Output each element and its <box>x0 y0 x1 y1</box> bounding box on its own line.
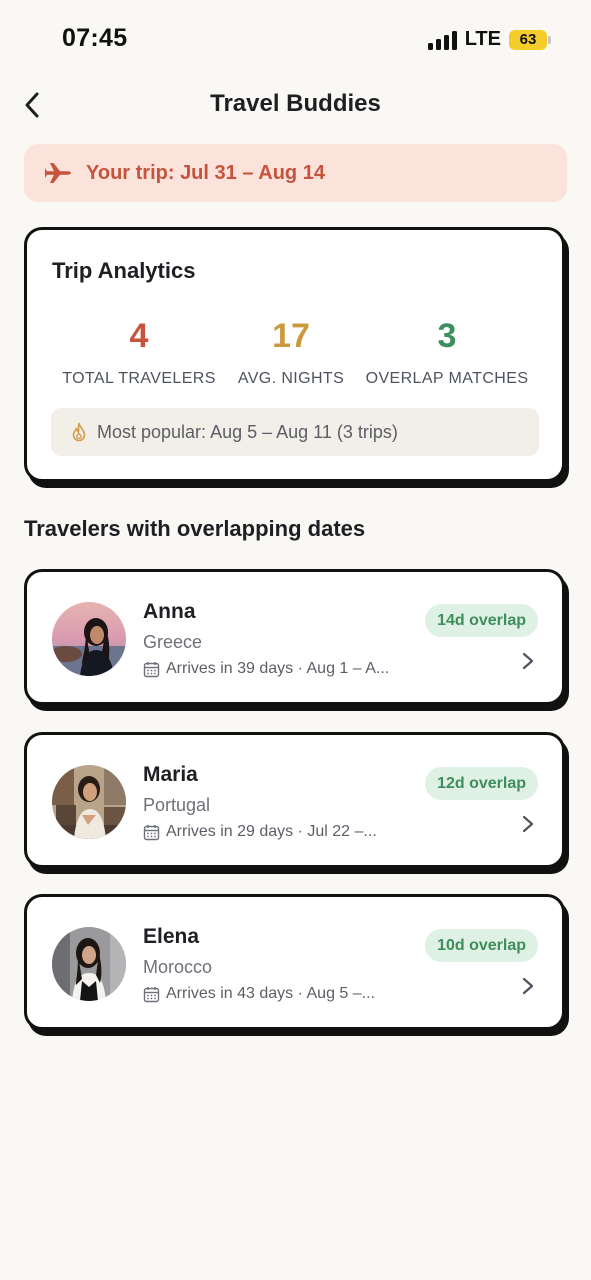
traveler-arrival: Arrives in 39 days · Aug 1 – A... <box>143 660 389 678</box>
traveler-card[interactable]: Elena Morocco Arrives in 43 days · Aug 5… <box>24 894 565 1030</box>
avatar <box>52 765 126 839</box>
arrival-text: Arrives in 39 days · Aug 1 – A... <box>166 660 390 677</box>
status-bar: 07:45 LTE 63 <box>0 0 591 80</box>
traveler-name: Maria <box>143 763 198 786</box>
stat-avg-nights: 17 AVG. NIGHTS <box>238 316 344 388</box>
traveler-name: Anna <box>143 600 196 623</box>
arrival-text: Arrives in 29 days · Jul 22 –... <box>166 823 377 840</box>
trip-analytics-card: Trip Analytics 4 TOTAL TRAVELERS 17 AVG.… <box>24 227 565 482</box>
signal-icon <box>427 30 457 50</box>
battery-level: 63 <box>509 29 547 50</box>
traveler-country: Portugal <box>143 795 211 815</box>
stat-label: AVG. NIGHTS <box>237 370 345 387</box>
network-type: LTE <box>464 28 501 50</box>
traveler-country: Morocco <box>143 957 213 977</box>
traveler-card[interactable]: Maria Portugal Arrives in 29 days · Jul … <box>24 732 565 868</box>
airplane-icon <box>45 163 71 183</box>
trip-dates: Your trip: Jul 31 – Aug 14 <box>86 161 325 184</box>
most-popular-banner: Most popular: Aug 5 – Aug 11 (3 trips) <box>51 408 539 456</box>
page-title: Travel Buddies <box>210 90 381 117</box>
battery-tip <box>548 35 551 44</box>
traveler-name: Elena <box>143 925 200 948</box>
status-indicators: LTE 63 <box>427 28 551 51</box>
travel-buddies-screen: 07:45 LTE 63 Travel Buddies Your trip: J… <box>0 0 591 1280</box>
section-heading: Travelers with overlapping dates <box>24 516 366 541</box>
stat-value: 3 <box>437 317 457 355</box>
analytics-title: Trip Analytics <box>52 258 196 283</box>
chevron-right-icon <box>522 652 534 670</box>
overlap-badge: 14d overlap <box>425 604 538 637</box>
traveler-card[interactable]: Anna Greece Arrives in 39 days · Aug 1 –… <box>24 569 565 705</box>
status-time: 07:45 <box>62 24 128 52</box>
chevron-right-icon <box>522 815 534 833</box>
nav-header: Travel Buddies <box>0 80 591 130</box>
stat-value: 4 <box>129 317 149 355</box>
traveler-arrival: Arrives in 43 days · Aug 5 –... <box>143 985 375 1003</box>
traveler-arrival: Arrives in 29 days · Jul 22 –... <box>143 823 377 841</box>
avatar <box>52 927 126 1001</box>
avatar <box>52 602 126 676</box>
battery-icon: 63 <box>509 29 551 50</box>
calendar-icon <box>143 824 160 840</box>
most-popular-text: Most popular: Aug 5 – Aug 11 (3 trips) <box>97 421 398 442</box>
arrival-text: Arrives in 43 days · Aug 5 –... <box>166 985 375 1002</box>
flame-icon <box>72 422 86 442</box>
stat-label: OVERLAP MATCHES <box>365 370 529 387</box>
overlap-badge: 12d overlap <box>425 767 538 800</box>
overlap-badge: 10d overlap <box>425 929 538 962</box>
trip-banner: Your trip: Jul 31 – Aug 14 <box>24 144 567 202</box>
chevron-right-icon <box>522 977 534 995</box>
stat-overlap-matches: 3 OVERLAP MATCHES <box>366 316 529 388</box>
calendar-icon <box>143 661 160 677</box>
stat-value: 17 <box>272 317 310 355</box>
stat-label: TOTAL TRAVELERS <box>62 370 216 387</box>
traveler-country: Greece <box>143 632 203 652</box>
stat-total-travelers: 4 TOTAL TRAVELERS <box>62 316 216 388</box>
calendar-icon <box>143 986 160 1002</box>
